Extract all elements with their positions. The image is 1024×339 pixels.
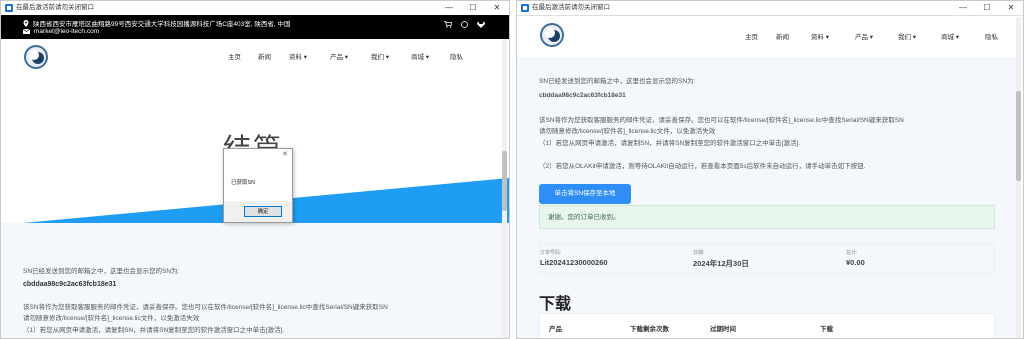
sn-code[interactable]: cbddaa98c9c2ac63fcb18e31 [539, 91, 626, 101]
right-browser-window: 在最后激活前请勿关闭窗口 — ☐ ✕ 主页 新闻 资料 ▾ 产品 ▾ 我们 ▾ … [516, 0, 1024, 339]
table-header-download: 下载 [820, 326, 833, 333]
sn-description-3: （1）若您从网页申请激活，请复制SN，并请将SN复制至您的软件激活窗口之中单击[… [539, 140, 801, 147]
order-date-value: 2024年12月30日 [693, 259, 749, 268]
save-sn-button[interactable]: 单击将SN保存至本地 [539, 184, 631, 204]
left-browser-window: 在最后激活前请勿关闭窗口 — ☐ ✕ 陕西省西安市雁塔区曲翔路99号西安交通大学… [0, 0, 510, 339]
window-title: 在最后激活前请勿关闭窗口 [16, 4, 94, 11]
sn-description-1: 该SN将作为您获取客服服务的邮件凭证，请妥善保存。您也可以在软件/license… [23, 304, 388, 311]
order-total-label: 总计: [846, 250, 858, 256]
dialog-message: 已获取SN [231, 180, 256, 186]
nav-item-about[interactable]: 我们 ▾ [898, 31, 941, 41]
maximize-button[interactable]: ☐ [461, 1, 485, 15]
scrollbar-thumb[interactable] [1016, 91, 1021, 181]
nav-item-home[interactable]: 主页 [745, 31, 776, 41]
sn-description-2: 请勿随意修改/license/[软件名]_license.lic文件，以免激活失… [23, 315, 200, 322]
sn-notice: SN已经发送到您的邮箱之中，这里也会显示您的SN为: [23, 268, 180, 275]
dialog-ok-button[interactable]: 确定 [244, 206, 282, 217]
nav-item-docs[interactable]: 资料 ▾ [289, 51, 330, 61]
order-number-value: Lit20241230000260 [540, 258, 608, 267]
nav-item-docs[interactable]: 资料 ▾ [811, 31, 855, 41]
app-icon [5, 4, 13, 12]
order-number: 订单号码: Lit20241230000260 [540, 249, 608, 267]
dialog-close-icon[interactable]: ✕ [282, 150, 288, 158]
table-header-expiry: 过期时间 [710, 326, 736, 333]
title-bar: 在最后激活前请勿关闭窗口 — ☐ ✕ [1, 1, 509, 16]
alert-dialog: ✕ 已获取SN 确定 [223, 148, 293, 223]
navbar: 主页 新闻 资料 ▾ 产品 ▾ 我们 ▾ 商城 ▾ 隐私 [1, 39, 509, 73]
window-title: 在最后激活前请勿关闭窗口 [532, 4, 610, 11]
order-date-label: 日期: [693, 250, 705, 256]
title-bar: 在最后激活前请勿关闭窗口 — ☐ ✕ [517, 1, 1023, 16]
nav-item-news[interactable]: 新闻 [258, 51, 289, 61]
gitlab-icon[interactable] [477, 21, 485, 28]
nav-item-products[interactable]: 产品 ▾ [855, 31, 898, 41]
minimize-button[interactable]: — [951, 1, 975, 15]
sn-code[interactable]: cbddaa98c9c2ac63fcb18e31 [23, 280, 116, 290]
nav-item-products[interactable]: 产品 ▾ [330, 51, 371, 61]
sn-description-4: （2）若您从OLAKit申请激活，则等待OLAKit自动运行，若查看本页面5s后… [539, 163, 866, 170]
close-button[interactable]: ✕ [485, 1, 509, 15]
app-icon [521, 4, 529, 12]
sn-notice: SN已经发送到您的邮箱之中，这里也会显示您的SN为: [539, 78, 696, 85]
nav-item-privacy[interactable]: 隐私 [985, 31, 998, 41]
email-icon [23, 29, 30, 34]
github-icon[interactable] [461, 21, 468, 28]
order-received-alert: 谢谢。您的订单已收到。 [539, 205, 995, 229]
order-summary: 订单号码: Lit20241230000260 日期: 2024年12月30日 … [539, 244, 995, 274]
close-button[interactable]: ✕ [999, 1, 1023, 15]
order-total: 总计: ¥0.00 [846, 249, 865, 267]
nav-item-store[interactable]: 商城 ▾ [941, 31, 985, 41]
nav-item-privacy[interactable]: 隐私 [450, 51, 463, 61]
cart-icon[interactable] [444, 21, 452, 28]
nav-item-about[interactable]: 我们 ▾ [371, 51, 411, 61]
location-pin-icon [23, 19, 29, 27]
order-number-label: 订单号码: [540, 250, 562, 256]
sn-description-2: 请勿随意修改/license/[软件名]_license.lic文件，以免激活失… [539, 128, 716, 135]
scrollbar-thumb[interactable] [502, 151, 507, 211]
company-logo[interactable] [539, 22, 565, 48]
nav-item-store[interactable]: 商城 ▾ [411, 51, 450, 61]
order-date: 日期: 2024年12月30日 [693, 249, 749, 269]
maximize-button[interactable]: ☐ [975, 1, 999, 15]
order-total-value: ¥0.00 [846, 258, 865, 267]
nav-item-home[interactable]: 主页 [228, 51, 258, 61]
download-table-header: 产品 下载剩余次数 过期时间 下载 [539, 313, 995, 338]
download-heading: 下载 [539, 296, 572, 313]
minimize-button[interactable]: — [437, 1, 461, 15]
contact-topbar: 陕西省西安市雁塔区曲翔路99号西安交通大学科技园播源科技广场C座403室, 陕西… [1, 15, 509, 39]
dialog-footer: 确定 [224, 201, 292, 222]
sn-description-1: 该SN将作为您获取客服服务的邮件凭证，请妥善保存。您也可以在软件/license… [539, 117, 904, 124]
navbar: 主页 新闻 资料 ▾ 产品 ▾ 我们 ▾ 商城 ▾ 隐私 [517, 17, 1023, 55]
sn-description-3: （1）若您从网页申请激活，请复制SN，并请将SN复制至您的软件激活窗口之中单击[… [23, 327, 285, 334]
table-header-remaining: 下载剩余次数 [630, 326, 669, 333]
table-header-product: 产品 [549, 326, 562, 333]
company-logo[interactable] [23, 44, 49, 70]
address-text: 陕西省西安市雁塔区曲翔路99号西安交通大学科技园播源科技广场C座403室, 陕西… [33, 21, 291, 28]
email-text[interactable]: market@leo-itech.com [34, 28, 99, 35]
nav-item-news[interactable]: 新闻 [776, 31, 811, 41]
